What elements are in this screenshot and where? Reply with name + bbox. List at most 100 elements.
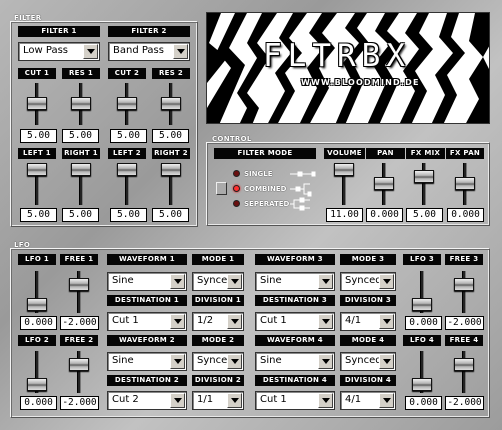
cut1-fader[interactable] [27,82,47,126]
chevron-down-icon[interactable] [227,314,242,329]
left1-fader[interactable] [27,162,47,206]
slider-knob-icon[interactable] [454,278,474,291]
chevron-down-icon[interactable] [170,393,185,408]
slider-knob-icon[interactable] [334,163,354,176]
mode4-dropdown[interactable]: Synced [340,352,396,371]
lfo1-value[interactable]: 0.000 [20,316,57,330]
chevron-down-icon[interactable] [83,44,98,59]
chevron-down-icon[interactable] [170,274,185,289]
free4-value[interactable]: -2.000 [445,396,484,410]
volume-value[interactable]: 11.00 [326,208,363,222]
lfo4-fader[interactable] [412,350,432,394]
res2-value[interactable]: 5.00 [152,129,189,143]
right2-value[interactable]: 5.00 [152,208,189,222]
chevron-down-icon[interactable] [379,314,394,329]
free2-value[interactable]: -2.000 [60,396,99,410]
slider-knob-icon[interactable] [69,358,89,371]
fxpan-fader[interactable] [455,162,475,206]
right1-value[interactable]: 5.00 [62,208,99,222]
waveform1-dropdown[interactable]: Sine [107,272,187,291]
chevron-down-icon[interactable] [170,354,185,369]
mode1-dropdown[interactable]: Synced [192,272,244,291]
chevron-down-icon[interactable] [318,393,333,408]
res1-fader[interactable] [71,82,91,126]
left1-value[interactable]: 5.00 [20,208,57,222]
chevron-down-icon[interactable] [227,393,242,408]
mode3-dropdown[interactable]: Synced [340,272,396,291]
slider-knob-icon[interactable] [454,358,474,371]
division3-dropdown[interactable]: 4/1 [340,312,396,331]
lfo2-value[interactable]: 0.000 [20,396,57,410]
right2-fader[interactable] [161,162,181,206]
slider-knob-icon[interactable] [412,298,432,311]
res2-fader[interactable] [161,82,181,126]
division4-dropdown[interactable]: 4/1 [340,391,396,410]
filter-mode-button[interactable] [216,182,227,195]
res1-value[interactable]: 5.00 [62,129,99,143]
free2-fader[interactable] [69,350,89,394]
led-single-icon[interactable] [233,170,240,177]
slider-knob-icon[interactable] [69,278,89,291]
cut1-value[interactable]: 5.00 [20,129,57,143]
slider-knob-icon[interactable] [27,298,47,311]
slider-knob-icon[interactable] [161,163,181,176]
lfo3-value[interactable]: 0.000 [405,316,442,330]
destination3-dropdown[interactable]: Cut 1 [255,312,335,331]
lfo1-fader[interactable] [27,270,47,314]
division1-dropdown[interactable]: 1/2 [192,312,244,331]
chevron-down-icon[interactable] [227,274,242,289]
fxpan-value[interactable]: 0.000 [447,208,484,222]
slider-knob-icon[interactable] [71,163,91,176]
lfo2-fader[interactable] [27,350,47,394]
left2-value[interactable]: 5.00 [110,208,147,222]
left2-fader[interactable] [117,162,137,206]
filter2-type-dropdown[interactable]: Band Pass [108,42,190,61]
chevron-down-icon[interactable] [227,354,242,369]
slider-knob-icon[interactable] [27,378,47,391]
waveform4-dropdown[interactable]: Sine [255,352,335,371]
led-seperated-icon[interactable] [233,200,240,207]
slider-knob-icon[interactable] [117,163,137,176]
destination1-dropdown[interactable]: Cut 1 [107,312,187,331]
free1-value[interactable]: -2.000 [60,316,99,330]
destination4-dropdown[interactable]: Cut 1 [255,391,335,410]
slider-knob-icon[interactable] [117,97,137,110]
slider-knob-icon[interactable] [374,177,394,190]
chevron-down-icon[interactable] [173,44,188,59]
destination2-dropdown[interactable]: Cut 2 [107,391,187,410]
free4-fader[interactable] [454,350,474,394]
free1-fader[interactable] [69,270,89,314]
mode2-dropdown[interactable]: Synced [192,352,244,371]
division2-dropdown[interactable]: 1/1 [192,391,244,410]
slider-knob-icon[interactable] [455,177,475,190]
chevron-down-icon[interactable] [318,314,333,329]
chevron-down-icon[interactable] [318,274,333,289]
free3-value[interactable]: -2.000 [445,316,484,330]
chevron-down-icon[interactable] [379,354,394,369]
slider-knob-icon[interactable] [161,97,181,110]
right1-fader[interactable] [71,162,91,206]
volume-fader[interactable] [334,162,354,206]
fxmix-value[interactable]: 5.00 [406,208,443,222]
slider-knob-icon[interactable] [27,97,47,110]
pan-fader[interactable] [374,162,394,206]
chevron-down-icon[interactable] [170,314,185,329]
waveform2-dropdown[interactable]: Sine [107,352,187,371]
slider-knob-icon[interactable] [412,378,432,391]
lfo4-value[interactable]: 0.000 [405,396,442,410]
filter1-type-dropdown[interactable]: Low Pass [18,42,100,61]
fxmix-fader[interactable] [414,162,434,206]
lfo3-fader[interactable] [412,270,432,314]
logo-url[interactable]: WWW.BLOODMIND.DE [301,78,420,87]
slider-knob-icon[interactable] [71,97,91,110]
waveform3-dropdown[interactable]: Sine [255,272,335,291]
chevron-down-icon[interactable] [318,354,333,369]
led-combined-icon[interactable] [233,185,240,192]
cut2-fader[interactable] [117,82,137,126]
chevron-down-icon[interactable] [379,393,394,408]
free3-fader[interactable] [454,270,474,314]
slider-knob-icon[interactable] [27,163,47,176]
pan-value[interactable]: 0.000 [366,208,403,222]
cut2-value[interactable]: 5.00 [110,129,147,143]
chevron-down-icon[interactable] [379,274,394,289]
